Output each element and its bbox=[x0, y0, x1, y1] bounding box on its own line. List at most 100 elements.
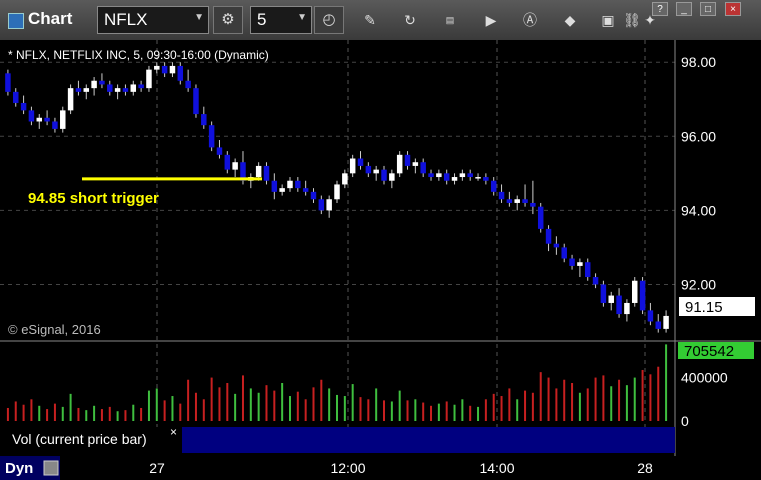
symbol-value: NFLX bbox=[104, 10, 148, 29]
price-tick-label: 98.00 bbox=[681, 54, 716, 70]
minimize-button[interactable]: _ bbox=[676, 2, 692, 16]
candle-body bbox=[114, 88, 121, 92]
time-tick-label: 27 bbox=[149, 460, 165, 476]
refresh-icon[interactable]: ↻ bbox=[400, 10, 420, 30]
clock-icon: ◴ bbox=[322, 11, 336, 28]
candle-body bbox=[451, 177, 458, 181]
volume-pane-close[interactable]: × bbox=[170, 425, 177, 439]
candle-body bbox=[365, 165, 372, 174]
get-icon[interactable]: ▤ bbox=[440, 10, 460, 30]
candle-body bbox=[107, 84, 113, 92]
chart-header: * NFLX, NETFLIX INC, 5, 09:30-16:00 (Dyn… bbox=[8, 48, 269, 62]
candle-body bbox=[91, 80, 97, 89]
candle-body bbox=[193, 88, 199, 115]
candle-body bbox=[318, 199, 325, 211]
candle-body bbox=[616, 295, 622, 315]
candle-body bbox=[608, 295, 614, 303]
price-chart[interactable]: * NFLX, NETFLIX INC, 5, 09:30-16:00 (Dyn… bbox=[0, 40, 761, 480]
candle-body bbox=[459, 173, 466, 178]
candle-body bbox=[404, 154, 411, 166]
candle-body bbox=[138, 84, 144, 89]
candle-body bbox=[631, 280, 638, 303]
close-button[interactable]: × bbox=[725, 2, 741, 16]
candle-body bbox=[467, 173, 473, 178]
volume-tick-label: 0 bbox=[681, 413, 689, 429]
candle-body bbox=[75, 88, 82, 92]
candle-body bbox=[279, 188, 285, 192]
candle-body bbox=[271, 180, 278, 192]
candle-body bbox=[334, 184, 340, 200]
candle-body bbox=[263, 165, 270, 181]
candle-body bbox=[522, 199, 528, 203]
candle-body bbox=[326, 199, 332, 211]
candle-body bbox=[224, 154, 231, 170]
candle-body bbox=[146, 69, 152, 89]
chevron-down-icon[interactable]: ▼ bbox=[297, 12, 307, 23]
chevron-down-icon[interactable]: ▼ bbox=[194, 12, 204, 23]
candle-body bbox=[624, 302, 630, 315]
volume-value: 705542 bbox=[684, 343, 734, 360]
candle-body bbox=[60, 110, 66, 129]
eraser-icon[interactable]: ◆ bbox=[560, 10, 580, 30]
chart-app-icon bbox=[8, 13, 24, 29]
candle-body bbox=[255, 165, 262, 178]
toolbar: Chart NFLX ▼ ⚙ 5 ▼ ◴ ✎ ↻ ▤ ▶ Ⓐ ◆ ▣ ⛓ ✦ ? _… bbox=[0, 0, 761, 41]
watermark: © eSignal, 2016 bbox=[8, 322, 101, 337]
candle-body bbox=[20, 102, 27, 111]
candle-body bbox=[530, 202, 536, 207]
volume-tick-label: 400000 bbox=[681, 370, 728, 386]
candle-body bbox=[83, 88, 90, 92]
pencil-icon[interactable]: ✎ bbox=[360, 10, 380, 30]
cycle-button[interactable]: ⚙ bbox=[213, 6, 243, 34]
price-tick-label: 96.00 bbox=[681, 128, 716, 144]
candle-body bbox=[67, 88, 74, 111]
cycle-icon: ⚙ bbox=[221, 11, 235, 28]
candle-body bbox=[475, 177, 481, 179]
interval-input[interactable]: 5 ▼ bbox=[250, 6, 312, 34]
fullscreen-icon[interactable]: ▣ bbox=[598, 10, 618, 30]
candle-body bbox=[28, 110, 35, 122]
candle-body bbox=[428, 173, 434, 178]
lock-icon[interactable] bbox=[43, 460, 59, 476]
time-tick-label: 28 bbox=[637, 460, 653, 476]
candle-body bbox=[647, 310, 654, 322]
candle-body bbox=[483, 177, 489, 181]
play-icon[interactable]: ▶ bbox=[481, 10, 501, 30]
candle-body bbox=[545, 228, 552, 244]
price-tick-label: 92.00 bbox=[681, 276, 716, 292]
candle-body bbox=[349, 158, 356, 174]
clock-button[interactable]: ◴ bbox=[314, 6, 344, 34]
a-icon[interactable]: Ⓐ bbox=[520, 10, 540, 30]
candle-body bbox=[561, 247, 567, 259]
link-icon[interactable]: ⛓ bbox=[622, 10, 642, 30]
maximize-button[interactable]: □ bbox=[700, 2, 716, 16]
candle-body bbox=[389, 173, 395, 181]
time-tick-label: 12:00 bbox=[330, 460, 365, 476]
candle-body bbox=[169, 65, 176, 74]
candle-body bbox=[154, 65, 160, 70]
candle-body bbox=[216, 147, 223, 155]
candle-body bbox=[639, 280, 646, 311]
candle-body bbox=[287, 180, 293, 189]
symbol-input[interactable]: NFLX ▼ bbox=[97, 6, 209, 34]
candle-body bbox=[122, 88, 129, 92]
candle-body bbox=[436, 173, 442, 178]
dyn-label[interactable]: Dyn bbox=[5, 460, 33, 477]
candle-body bbox=[443, 173, 450, 181]
candle-body bbox=[201, 114, 207, 126]
help-button[interactable]: ? bbox=[652, 2, 668, 16]
candle-body bbox=[655, 321, 661, 329]
candle-body bbox=[130, 84, 137, 92]
candle-body bbox=[5, 73, 11, 92]
candle-body bbox=[302, 188, 309, 192]
candle-body bbox=[381, 169, 387, 181]
candle-body bbox=[600, 284, 607, 303]
volume-pane-title: Vol (current price bar) bbox=[12, 431, 147, 447]
price-tick-label: 94.00 bbox=[681, 202, 716, 218]
candle-body bbox=[36, 117, 43, 122]
candle-body bbox=[99, 80, 105, 85]
candle-body bbox=[420, 162, 426, 174]
interval-value: 5 bbox=[257, 10, 267, 29]
candle-body bbox=[498, 191, 505, 200]
candle-body bbox=[577, 262, 583, 266]
